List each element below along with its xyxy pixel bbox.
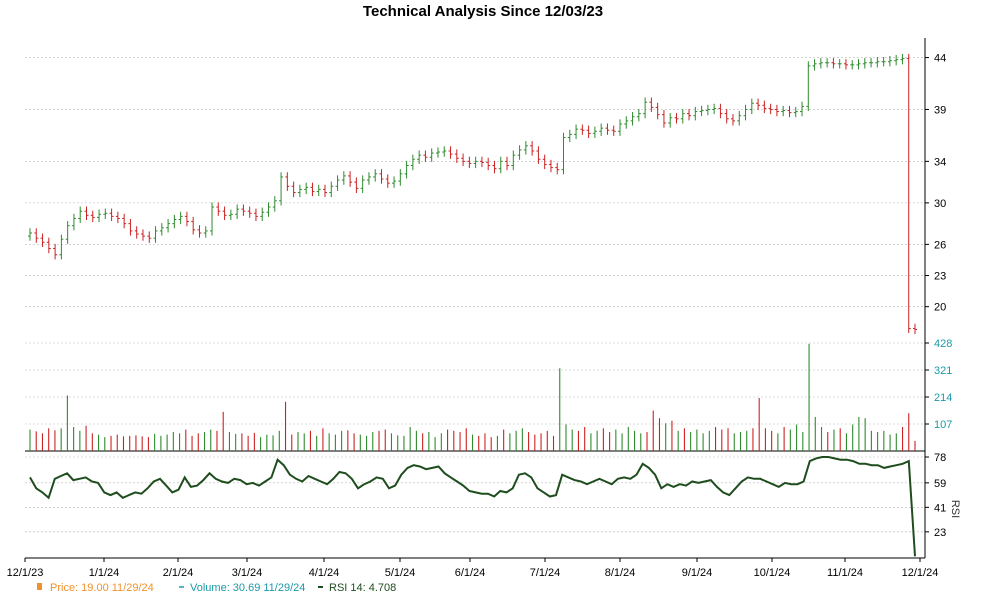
rsi-line — [29, 456, 916, 557]
volume-axis: 428 321 214 107 — [925, 338, 952, 431]
price-tick-label: 34 — [934, 156, 946, 168]
volume-grid — [25, 342, 925, 425]
x-axis: 12/1/23 1/1/24 2/1/24 3/1/24 4/1/24 5/1/24 6/1… — [7, 558, 939, 579]
price-tick-label: 23 — [934, 271, 946, 283]
price-tick-label: 30 — [934, 198, 946, 210]
price-tick-label: 26 — [934, 239, 946, 251]
rsi-tick-label: 59 — [934, 478, 946, 490]
rsi-tick-label: 23 — [934, 527, 946, 539]
price-tick-label: 20 — [934, 302, 946, 314]
volume-tick-label: 428 — [934, 338, 952, 350]
x-tick-label: 1/1/24 — [89, 567, 120, 579]
rsi-line-group — [29, 456, 916, 557]
x-tick-label: 12/1/23 — [7, 567, 44, 579]
price-legend-swatch — [37, 583, 42, 590]
x-tick-label: 10/1/24 — [754, 567, 791, 579]
rsi-axis: 78 59 41 23 — [925, 452, 946, 539]
rsi-tick-label: 78 — [934, 452, 946, 464]
legend: Price: 19.00 11/29/24 Volume: 30.69 11/2… — [37, 582, 396, 594]
price-tick-label: 39 — [934, 104, 946, 116]
price-grid — [25, 57, 925, 307]
volume-bars — [29, 343, 916, 451]
x-tick-label: 6/1/24 — [455, 567, 486, 579]
price-axis: 44 39 34 30 26 23 20 — [925, 53, 946, 314]
volume-tick-label: 107 — [934, 419, 952, 431]
price-bars — [28, 53, 917, 335]
price-legend-text: Price: 19.00 11/29/24 — [50, 582, 154, 594]
x-tick-label: 3/1/24 — [232, 567, 263, 579]
rsi-tick-label: 41 — [934, 502, 946, 514]
x-tick-label: 12/1/24 — [902, 567, 939, 579]
x-tick-label: 11/1/24 — [827, 567, 863, 579]
x-tick-label: 5/1/24 — [385, 567, 416, 579]
x-tick-label: 7/1/24 — [530, 567, 561, 579]
volume-tick-label: 321 — [934, 365, 952, 377]
x-tick-label: 9/1/24 — [682, 567, 713, 579]
rsi-axis-label: RSI — [949, 500, 961, 518]
volume-tick-label: 214 — [934, 392, 952, 404]
x-tick-label: 8/1/24 — [605, 567, 636, 579]
x-tick-label: 2/1/24 — [163, 567, 194, 579]
rsi-legend-text: RSI 14: 4.708 — [329, 582, 396, 594]
x-tick-label: 4/1/24 — [309, 567, 340, 579]
price-tick-label: 44 — [934, 53, 946, 65]
chart-title: Technical Analysis Since 12/03/23 — [363, 3, 603, 20]
volume-legend-text: Volume: 30.69 11/29/24 — [190, 582, 305, 594]
technical-analysis-chart: Technical Analysis Since 12/03/23 44 39 34… — [7, 3, 961, 594]
rsi-grid — [25, 456, 925, 533]
